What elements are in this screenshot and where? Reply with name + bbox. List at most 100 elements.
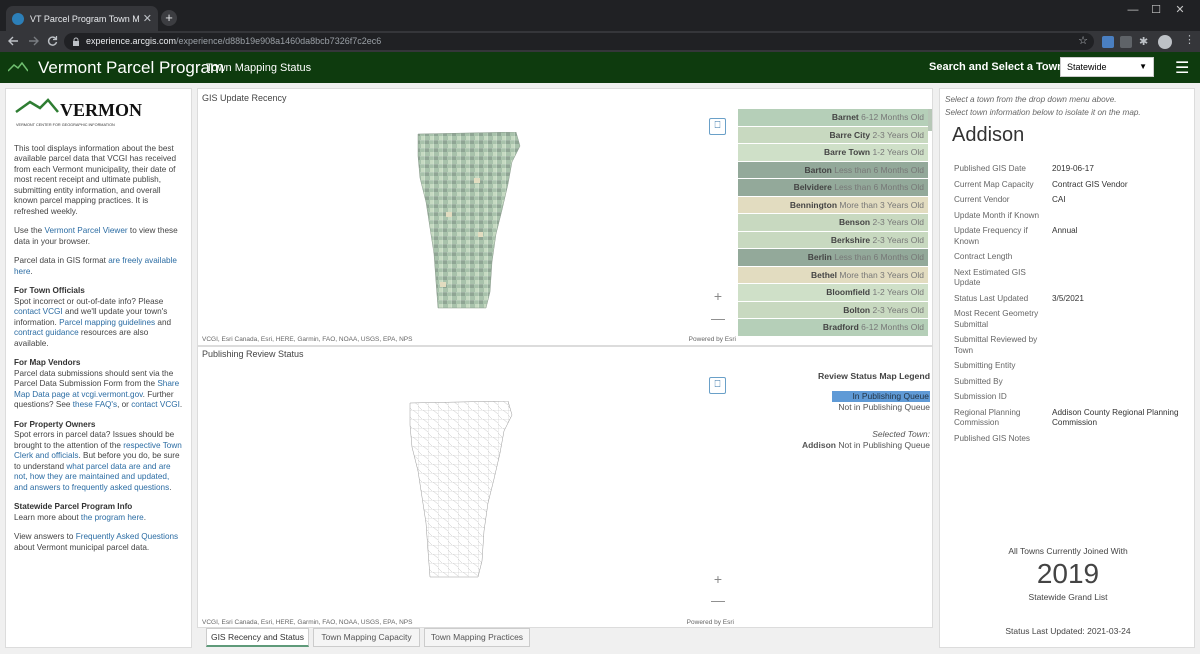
detail-value [1052,377,1190,388]
tab-mapping-practices[interactable]: Town Mapping Practices [424,628,530,647]
town-row-name: Barnet [831,112,859,122]
detail-row[interactable]: Next Estimated GIS Update [954,268,1190,289]
town-row[interactable]: Belvidere Less than 6 Months Old [738,179,928,197]
address-bar[interactable]: experience.arcgis.com/experience/d88b19e… [64,33,1094,50]
selected-town-title: Addison [952,124,1025,146]
faq-link[interactable]: these FAQ's [73,400,117,409]
logo-subtext: VERMONT CENTER FOR GEOGRAPHIC INFORMATIO… [16,123,115,127]
detail-row[interactable]: Update Month if Known [954,211,1190,222]
legend-not-in-queue: Not in Publishing Queue [838,402,930,412]
detail-label: Update Month if Known [954,210,1040,220]
bookmark-icon[interactable]: ⎕ [709,377,726,394]
town-select-value: Statewide [1067,62,1107,72]
zoom-out-button-2[interactable]: — [710,592,726,608]
puzzle-extensions-icon[interactable]: ✱ [1139,36,1151,48]
vermont-review-map[interactable] [408,401,518,581]
contact-vcgi-link[interactable]: contact VCGI [14,307,63,316]
town-row[interactable]: Bradford 6-12 Months Old [738,319,928,337]
town-row[interactable]: Berkshire 2-3 Years Old [738,231,928,249]
new-tab-button[interactable]: + [161,10,177,26]
map2-attribution: VCGI, Esri Canada, Esri, HERE, Garmin, F… [202,619,413,626]
detail-label: Submitted By [954,376,1003,386]
detail-row[interactable]: Submittal Reviewed by Town [954,335,1190,356]
town-select[interactable]: Statewide ▼ [1060,57,1154,77]
map2-powered-by[interactable]: Powered by Esri [687,619,734,626]
publishing-review-map[interactable]: Publishing Review Status ⎕ Review Status… [197,346,933,628]
town-row-name: Bloomfield [826,287,871,297]
bookmark-icon[interactable]: ⎕ [709,118,726,135]
vermont-recency-map[interactable] [416,132,526,312]
owners-section: For Property Owners Spot errors in parcel… [14,420,183,494]
tab-mapping-capacity[interactable]: Town Mapping Capacity [313,628,420,647]
logo-wordmark: VERMONT [60,100,142,120]
info-panel: VERMONT VERMONT CENTER FOR GEOGRAPHIC IN… [5,88,192,648]
frequently-asked-questions-link[interactable]: Frequently Asked Questions [76,532,178,541]
town-row[interactable]: Benson 2-3 Years Old [738,214,928,232]
selected-town-status: Not in Publishing Queue [838,440,930,450]
town-details-list[interactable]: Published GIS Date 2019-06-17 Current Map … [954,164,1190,449]
map1-powered-by[interactable]: Powered by Esri [689,336,736,343]
gis-recency-map[interactable]: GIS Update Recency ⎕ + — Barnet 6-12 Mon… [197,88,933,346]
reload-icon[interactable] [47,35,58,47]
map-area: GIS Update Recency ⎕ + — Barnet 6-12 Mon… [197,88,933,648]
town-row-status: 2-3 Years Old [872,234,924,245]
town-row[interactable]: Barre City 2-3 Years Old [738,126,928,144]
detail-row[interactable]: Status Last Updated 3/5/2021 [954,294,1190,305]
town-row[interactable]: Bethel More than 3 Years Old [738,266,928,284]
bookmark-star-icon[interactable]: ☆ [1078,33,1088,50]
close-window-icon[interactable]: ✕ [1160,0,1200,22]
detail-value: CAI [1052,195,1066,204]
town-row-status: 2-3 Years Old [872,129,924,140]
statewide-section: Statewide Parcel Program Info Learn more … [14,502,183,523]
grand-list-year: 2019 [1036,558,1100,589]
profile-avatar-icon[interactable] [1158,35,1172,49]
list-scrollbar[interactable] [928,109,932,131]
town-row[interactable]: Barnet 6-12 Months Old [738,109,928,127]
detail-row[interactable]: Most Recent Geometry Submittal [954,309,1190,330]
tab-gis-recency[interactable]: GIS Recency and Status [206,628,309,647]
contract-guidance-link[interactable]: contract guidance [14,328,79,337]
parcel-viewer-link[interactable]: Vermont Parcel Viewer [45,226,128,235]
extension-icon[interactable] [1102,36,1114,48]
town-row[interactable]: Berlin Less than 6 Months Old [738,249,928,267]
program-link[interactable]: the program here [81,513,144,522]
town-row[interactable]: Barre Town 1-2 Years Old [738,144,928,162]
town-row-name: Berkshire [830,234,871,245]
vendor-contact-link[interactable]: contact VCGI [131,400,180,409]
detail-row[interactable]: Submission ID [954,392,1190,403]
detail-value [1052,434,1190,445]
town-row-status: Less than 6 Months Old [834,252,924,262]
browser-menu-icon[interactable]: ⋮ [1184,33,1195,46]
detail-row[interactable]: Published GIS Date 2019-06-17 [954,164,1190,175]
tab-close-icon[interactable]: ✕ [143,12,152,25]
officials-heading: For Town Officials [14,286,85,295]
detail-row[interactable]: Submitted By [954,377,1190,388]
zoom-out-button[interactable]: — [710,310,726,326]
detail-row[interactable]: Contract Length [954,252,1190,263]
detail-row[interactable]: Current Vendor CAI [954,195,1190,206]
town-recency-list[interactable]: Barnet 6-12 Months Old Barre City 2-3 Yea… [738,109,928,346]
browser-tab[interactable]: VT Parcel Program Town Mapping ✕ [6,6,158,31]
menu-hamburger-icon[interactable]: ☰ [1175,58,1189,78]
officials-text: Spot incorrect or out-of-date info? Plea… [14,296,164,306]
vendors-text: Parcel data submissions should sent via … [14,368,174,389]
app-subtitle: Town Mapping Status [206,62,312,74]
town-row[interactable]: Barton Less than 6 Months Old [738,161,928,179]
arrow-right-icon[interactable] [28,36,39,46]
town-row[interactable]: Bolton 2-3 Years Old [738,301,928,319]
zoom-in-button-2[interactable]: + [710,571,726,587]
town-row-status: 6-12 Months Old [861,322,924,332]
detail-row[interactable]: Submitting Entity [954,361,1190,372]
mapping-guidelines-link[interactable]: Parcel mapping guidelines [59,318,155,327]
arrow-left-icon[interactable] [8,36,19,46]
detail-row[interactable]: Regional Planning Commission Addison Coun… [954,408,1190,429]
vendors-text-3: , or [117,400,132,409]
camera-extension-icon[interactable] [1120,36,1132,48]
town-row[interactable]: Bloomfield 1-2 Years Old [738,284,928,302]
vermont-logo-icon [8,62,28,72]
detail-row[interactable]: Published GIS Notes [954,434,1190,445]
detail-row[interactable]: Update Frequency if Known Annual [954,226,1190,247]
zoom-in-button[interactable]: + [710,288,726,304]
town-row[interactable]: Bennington More than 3 Years Old [738,196,928,214]
detail-row[interactable]: Current Map Capacity Contract GIS Vendor [954,180,1190,191]
